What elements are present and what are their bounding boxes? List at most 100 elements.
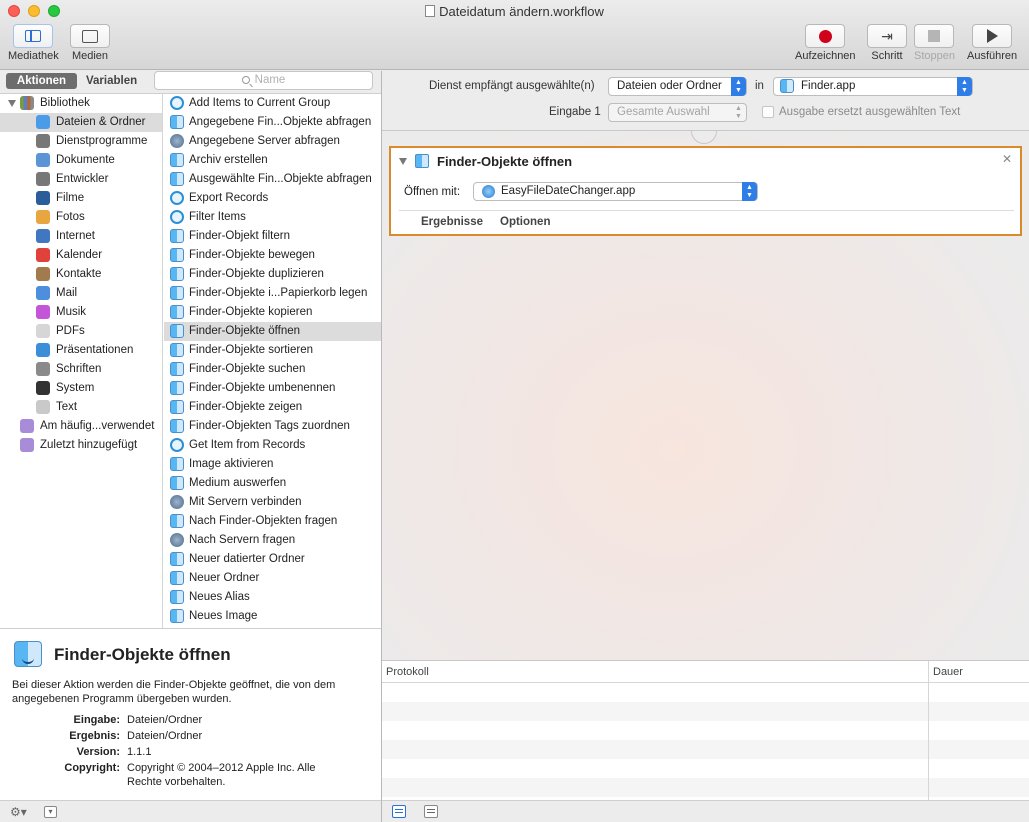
tab-results[interactable]: Ergebnisse	[421, 216, 483, 228]
disclosure-triangle-icon[interactable]	[8, 100, 16, 107]
description-title: Finder-Objekte öffnen	[54, 645, 231, 664]
action-label: Finder-Objekte suchen	[189, 363, 306, 375]
action-label: Finder-Objekte kopieren	[189, 306, 313, 318]
service-input-type-select[interactable]: Dateien oder Ordner ▲ ▼	[608, 77, 747, 96]
replace-text-checkbox[interactable]	[762, 106, 774, 118]
sidebar-item[interactable]: PDFs	[0, 322, 162, 341]
app-icon	[482, 185, 495, 198]
sidebar-item[interactable]: Dienstprogramme	[0, 132, 162, 151]
sidebar-item-label: Entwickler	[56, 173, 109, 185]
action-list-item[interactable]: Finder-Objekte i...Papierkorb legen	[164, 284, 381, 303]
sidebar-item[interactable]: Internet	[0, 227, 162, 246]
action-list-item[interactable]: Finder-Objekte sortieren	[164, 341, 381, 360]
action-list-item[interactable]: Mit Servern verbinden	[164, 493, 381, 512]
action-list-item[interactable]: Angegebene Server abfragen	[164, 132, 381, 151]
media-button[interactable]: Medien	[70, 24, 110, 62]
action-label: Finder-Objekte zeigen	[189, 401, 303, 413]
workflow-canvas[interactable]: Finder-Objekte öffnen ✕ Öffnen mit: Easy…	[382, 131, 1029, 660]
action-list-item[interactable]: Finder-Objekten Tags zuordnen	[164, 417, 381, 436]
sidebar-item[interactable]: Text	[0, 398, 162, 417]
sidebar-item[interactable]: Musik	[0, 303, 162, 322]
toggle-description-button[interactable]: ▾	[44, 806, 57, 818]
action-list-item[interactable]: Image aktivieren	[164, 455, 381, 474]
action-list-item[interactable]: Get Item from Records	[164, 436, 381, 455]
action-list-item[interactable]: Finder-Objekte zeigen	[164, 398, 381, 417]
library-button[interactable]: Mediathek	[8, 24, 59, 62]
action-list-item[interactable]: Ausgewählte Fin...Objekte abfragen	[164, 170, 381, 189]
action-card[interactable]: Finder-Objekte öffnen ✕ Öffnen mit: Easy…	[389, 146, 1022, 236]
sidebar-item[interactable]: Dokumente	[0, 151, 162, 170]
duration-column-header[interactable]: Dauer	[933, 666, 963, 678]
action-list-item[interactable]: Neues Alias	[164, 588, 381, 607]
sidebar-item[interactable]: Kontakte	[0, 265, 162, 284]
service-input-scope-select[interactable]: Gesamte Auswahl ▲ ▼	[608, 103, 747, 122]
sidebar-item-label: Präsentationen	[56, 344, 134, 356]
action-list-item[interactable]: Neuer datierter Ordner	[164, 550, 381, 569]
record-button[interactable]: Aufzeichnen	[795, 24, 856, 62]
sidebar-item[interactable]: Am häufig...verwendet	[0, 417, 162, 436]
action-list-item[interactable]: Finder-Objekte öffnen	[164, 322, 381, 341]
stop-button[interactable]: Stoppen	[914, 24, 955, 62]
sidebar-item[interactable]: System	[0, 379, 162, 398]
sidebar-item[interactable]: Dateien & Ordner	[0, 113, 162, 132]
gear-icon[interactable]: ⚙︎▾	[10, 805, 27, 819]
sidebar-item-label: Zuletzt hinzugefügt	[40, 439, 138, 451]
open-with-select[interactable]: EasyFileDateChanger.app ▲ ▼	[473, 182, 758, 201]
split-view-icon[interactable]	[424, 805, 438, 818]
action-list-item[interactable]: Add Items to Current Group	[164, 94, 381, 113]
tab-options[interactable]: Optionen	[500, 216, 550, 228]
action-list-item[interactable]: Finder-Objekte umbenennen	[164, 379, 381, 398]
sidebar-item[interactable]: Filme	[0, 189, 162, 208]
sidebar-item[interactable]: Präsentationen	[0, 341, 162, 360]
library-root[interactable]: Bibliothek	[0, 94, 162, 113]
action-list-item[interactable]: Finder-Objekte bewegen	[164, 246, 381, 265]
sidebar-item[interactable]: Fotos	[0, 208, 162, 227]
finder-icon	[170, 571, 184, 585]
action-list-item[interactable]: Archiv erstellen	[164, 151, 381, 170]
action-label: Neuer datierter Ordner	[189, 553, 305, 565]
log-column-header[interactable]: Protokoll	[386, 666, 429, 678]
action-list-item[interactable]: Finder-Objekt filtern	[164, 227, 381, 246]
sidebar-item[interactable]: Schriften	[0, 360, 162, 379]
tab-actions[interactable]: Aktionen	[6, 73, 77, 89]
close-icon[interactable]: ✕	[1002, 152, 1012, 166]
document-icon	[36, 153, 50, 167]
service-app-select[interactable]: Finder.app ▲ ▼	[773, 77, 973, 96]
action-list-item[interactable]: Finder-Objekte kopieren	[164, 303, 381, 322]
action-list-item[interactable]: Export Records	[164, 189, 381, 208]
action-list-item[interactable]: Filter Items	[164, 208, 381, 227]
search-input[interactable]: Name	[154, 71, 373, 90]
list-view-icon[interactable]	[392, 805, 406, 818]
action-label: Nach Servern fragen	[189, 534, 296, 546]
tab-variables[interactable]: Variablen	[86, 73, 137, 89]
sidebar-item[interactable]: Mail	[0, 284, 162, 303]
network-icon	[170, 495, 184, 509]
action-label: Image aktivieren	[189, 458, 274, 470]
action-list-item[interactable]: Neues Image	[164, 607, 381, 626]
description-text: Bei dieser Aktion werden die Finder-Obje…	[12, 679, 336, 705]
sidebar-item[interactable]: Entwickler	[0, 170, 162, 189]
finder-icon	[170, 476, 184, 490]
action-label: Finder-Objekte umbenennen	[189, 382, 336, 394]
disclosure-triangle-icon[interactable]	[399, 158, 407, 165]
action-list-item[interactable]: Finder-Objekte suchen	[164, 360, 381, 379]
sidebar-item-label: Mail	[56, 287, 78, 299]
action-list-item[interactable]: Angegebene Fin...Objekte abfragen	[164, 113, 381, 132]
action-list-item[interactable]: Medium auswerfen	[164, 474, 381, 493]
action-label: Ausgewählte Fin...Objekte abfragen	[189, 173, 372, 185]
sidebar-item[interactable]: Zuletzt hinzugefügt	[0, 436, 162, 455]
run-button[interactable]: Ausführen	[967, 24, 1017, 62]
action-list-item[interactable]: Nach Finder-Objekten fragen	[164, 512, 381, 531]
action-list-item[interactable]: Neuer Ordner	[164, 569, 381, 588]
service-settings: Dienst empfängt ausgewählte(n) Dateien o…	[382, 71, 1029, 131]
sidebar-item-label: Am häufig...verwendet	[40, 420, 155, 432]
action-label: Filter Items	[189, 211, 246, 223]
sidebar-item[interactable]: Kalender	[0, 246, 162, 265]
finder-icon	[170, 362, 184, 376]
finder-icon	[170, 609, 184, 623]
action-list-item[interactable]: Finder-Objekte duplizieren	[164, 265, 381, 284]
action-list-item[interactable]: Nach Servern fragen	[164, 531, 381, 550]
chevron-updown-icon: ▲ ▼	[957, 77, 972, 96]
step-button[interactable]: ⇥ Schritt	[867, 24, 907, 62]
column-divider	[928, 661, 929, 801]
